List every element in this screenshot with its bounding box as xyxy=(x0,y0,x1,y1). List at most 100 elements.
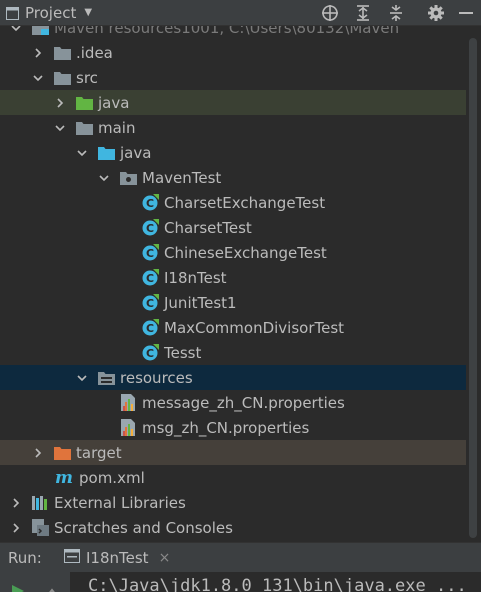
chevron-down-icon[interactable] xyxy=(30,70,46,86)
tree-node-maven[interactable]: Maven resources1001, C:\Users\80132\Mave… xyxy=(0,26,466,40)
crosshair-icon[interactable] xyxy=(319,2,341,24)
package-icon xyxy=(120,169,137,186)
chevron-down-icon[interactable] xyxy=(52,120,68,136)
tree-node-label: java xyxy=(120,143,152,162)
tree-node-pom-xml[interactable]: m pom.xml xyxy=(0,465,466,490)
maven-icon: m xyxy=(54,469,74,486)
java-class-icon: C xyxy=(142,269,159,286)
run-console: C:\Java\jdk1.8.0_131\bin\java.exe ... xyxy=(0,572,481,592)
tree-node-label: msg_zh_CN.properties xyxy=(142,418,310,437)
tree-node-label: CharsetTest xyxy=(164,218,252,237)
chevron-down-icon[interactable] xyxy=(74,145,90,161)
tree-node-tesst[interactable]: C Tesst xyxy=(0,340,466,365)
tree-node-scratches[interactable]: Scratches and Consoles xyxy=(0,515,466,540)
svg-text:C: C xyxy=(146,272,154,285)
run-tab-i18ntest[interactable]: I18nTest × xyxy=(64,548,171,567)
tree-node-message-zh-cn-properties[interactable]: message_zh_CN.properties xyxy=(0,390,466,415)
tree-node-src[interactable]: src xyxy=(0,65,466,90)
run-label: Run: xyxy=(8,548,42,567)
tree-node-label: External Libraries xyxy=(54,493,186,512)
tree-node-external[interactable]: External Libraries xyxy=(0,490,466,515)
chevron-right-icon[interactable] xyxy=(8,495,24,511)
tree-node-i18ntest[interactable]: C I18nTest xyxy=(0,265,466,290)
collapse-all-icon[interactable] xyxy=(385,2,407,24)
resources-folder-icon xyxy=(98,369,115,386)
tree-node-label: MaxCommonDivisorTest xyxy=(164,318,345,337)
stop-icon[interactable] xyxy=(46,582,58,592)
scrollbar-thumb[interactable] xyxy=(469,38,477,538)
svg-text:C: C xyxy=(146,322,154,335)
source-root-icon xyxy=(98,144,115,161)
tree-node-label: Scratches and Consoles xyxy=(54,518,233,537)
tree-node-label: main xyxy=(98,118,136,137)
java-class-icon: C xyxy=(142,194,159,211)
tree-node-charsettest[interactable]: C CharsetTest xyxy=(0,215,466,240)
chevron-down-icon[interactable] xyxy=(74,370,90,386)
tree-node-target[interactable]: target xyxy=(0,440,466,465)
chevron-down-icon[interactable] xyxy=(96,170,112,186)
tree-node-label: java xyxy=(98,93,130,112)
tree-node-maventest[interactable]: MavenTest xyxy=(0,165,466,190)
vertical-scrollbar[interactable] xyxy=(466,26,481,542)
tree-node-msg-zh-cn-properties[interactable]: msg_zh_CN.properties xyxy=(0,415,466,440)
tree-node-label: resources xyxy=(120,368,193,387)
hide-icon[interactable] xyxy=(455,2,477,24)
tree-node-java[interactable]: java xyxy=(0,90,466,115)
rerun-icon[interactable] xyxy=(12,582,24,592)
tree-node-label: CharsetExchangeTest xyxy=(164,193,326,212)
module-icon xyxy=(32,26,49,36)
source-folder-icon xyxy=(76,94,93,111)
chevron-down-icon[interactable] xyxy=(8,26,24,36)
svg-text:C: C xyxy=(146,297,154,310)
tree-node-label: src xyxy=(76,68,98,87)
svg-text:C: C xyxy=(146,197,154,210)
tree-node-label: target xyxy=(76,443,122,462)
gear-icon[interactable] xyxy=(425,2,447,24)
tree-node-main[interactable]: main xyxy=(0,115,466,140)
close-icon[interactable]: × xyxy=(159,550,171,566)
tree-node-resources[interactable]: resources xyxy=(0,365,466,390)
tree-node-chineseexchangetest[interactable]: C ChineseExchangeTest xyxy=(0,240,466,265)
properties-file-icon xyxy=(120,419,137,436)
java-class-icon: C xyxy=(142,319,159,336)
tree-node-label: Maven resources1001, C:\Users\80132\Mave… xyxy=(54,26,400,37)
chevron-right-icon[interactable] xyxy=(30,445,46,461)
tree-node-label: .idea xyxy=(76,43,113,62)
folder-icon xyxy=(54,44,71,61)
chevron-down-icon: ▼ xyxy=(84,7,93,18)
project-toolbar: Project ▼ xyxy=(0,0,481,26)
expand-all-icon[interactable] xyxy=(352,2,374,24)
tree-node-label: ChineseExchangeTest xyxy=(164,243,327,262)
tree-node-junittest1[interactable]: C JunitTest1 xyxy=(0,290,466,315)
project-tree[interactable]: Maven resources1001, C:\Users\80132\Mave… xyxy=(0,26,466,542)
project-title: Project xyxy=(25,3,77,22)
scratches-icon xyxy=(32,519,49,536)
folder-icon xyxy=(76,119,93,136)
folder-icon xyxy=(54,69,71,86)
run-tool-window-bar: Run: I18nTest × xyxy=(0,542,481,572)
chevron-right-icon[interactable] xyxy=(52,95,68,111)
tree-node-java[interactable]: java xyxy=(0,140,466,165)
svg-text:m: m xyxy=(55,469,73,486)
svg-text:C: C xyxy=(146,347,154,360)
tree-node--idea[interactable]: .idea xyxy=(0,40,466,65)
console-gutter xyxy=(0,572,70,592)
chevron-right-icon[interactable] xyxy=(30,45,46,61)
run-tab-label: I18nTest xyxy=(86,548,149,567)
chevron-right-icon[interactable] xyxy=(8,520,24,536)
tree-node-label: pom.xml xyxy=(79,468,145,487)
java-class-icon: C xyxy=(142,344,159,361)
tree-node-charsetexchangetest[interactable]: C CharsetExchangeTest xyxy=(0,190,466,215)
java-class-icon: C xyxy=(142,219,159,236)
tree-node-maxcommondivisortest[interactable]: C MaxCommonDivisorTest xyxy=(0,315,466,340)
console-line: C:\Java\jdk1.8.0_131\bin\java.exe ... xyxy=(88,576,467,592)
project-view-selector[interactable]: Project ▼ xyxy=(6,4,92,22)
